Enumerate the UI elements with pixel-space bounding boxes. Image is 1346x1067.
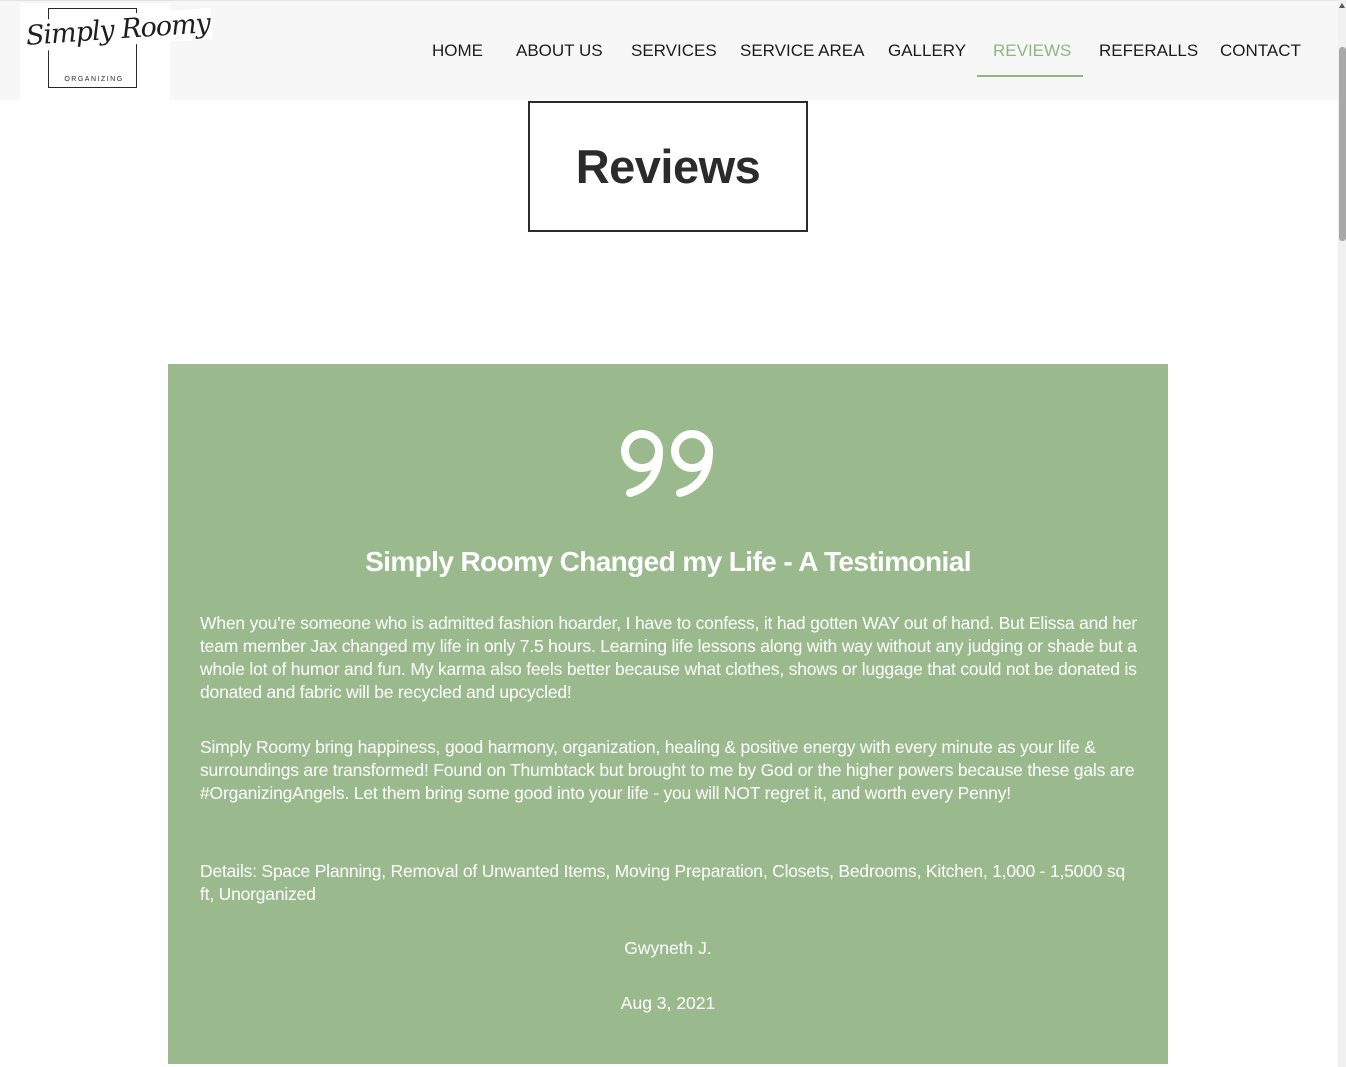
testimonial-date: Aug 3, 2021 (620, 993, 716, 1013)
site-header: Simply Roomy ORGANIZING HOME ABOUT US SE… (0, 1, 1338, 100)
page-title: Reviews (575, 140, 761, 193)
nav-item-services[interactable]: SERVICES (631, 40, 717, 62)
nav-item-home[interactable]: HOME (432, 40, 483, 62)
scrollbar-thumb[interactable] (1339, 47, 1346, 241)
testimonial-details: Details: Space Planning, Removal of Unwa… (200, 861, 1126, 904)
page-title-box: Reviews (528, 101, 808, 232)
page: Simply Roomy ORGANIZING HOME ABOUT US SE… (0, 0, 1346, 1067)
testimonial-paragraph: Simply Roomy bring happiness, good harmo… (200, 737, 1135, 803)
logo[interactable]: Simply Roomy ORGANIZING (20, 3, 213, 100)
testimonial-title: Simply Roomy Changed my Life - A Testimo… (365, 546, 971, 577)
nav-item-about-us[interactable]: ABOUT US (516, 40, 603, 62)
active-nav-underline (977, 75, 1083, 77)
testimonial-card: Simply Roomy Changed my Life - A Testimo… (168, 364, 1168, 1064)
quote-icon (621, 430, 713, 497)
scrollbar[interactable] (1338, 0, 1346, 1067)
nav-item-gallery[interactable]: GALLERY (888, 40, 966, 62)
logo-subtitle: ORGANIZING (62, 76, 126, 83)
scroll-up-arrow-icon[interactable] (1339, 3, 1345, 8)
testimonial-paragraph: When you're someone who is admitted fash… (200, 613, 1138, 702)
nav-item-referalls[interactable]: REFERALLS (1099, 40, 1198, 62)
nav-item-service-area[interactable]: SERVICE AREA (740, 40, 864, 62)
testimonial-author: Gwyneth J. (624, 938, 712, 958)
nav-item-contact[interactable]: CONTACT (1220, 40, 1301, 62)
nav-item-reviews[interactable]: REVIEWS (993, 40, 1071, 62)
